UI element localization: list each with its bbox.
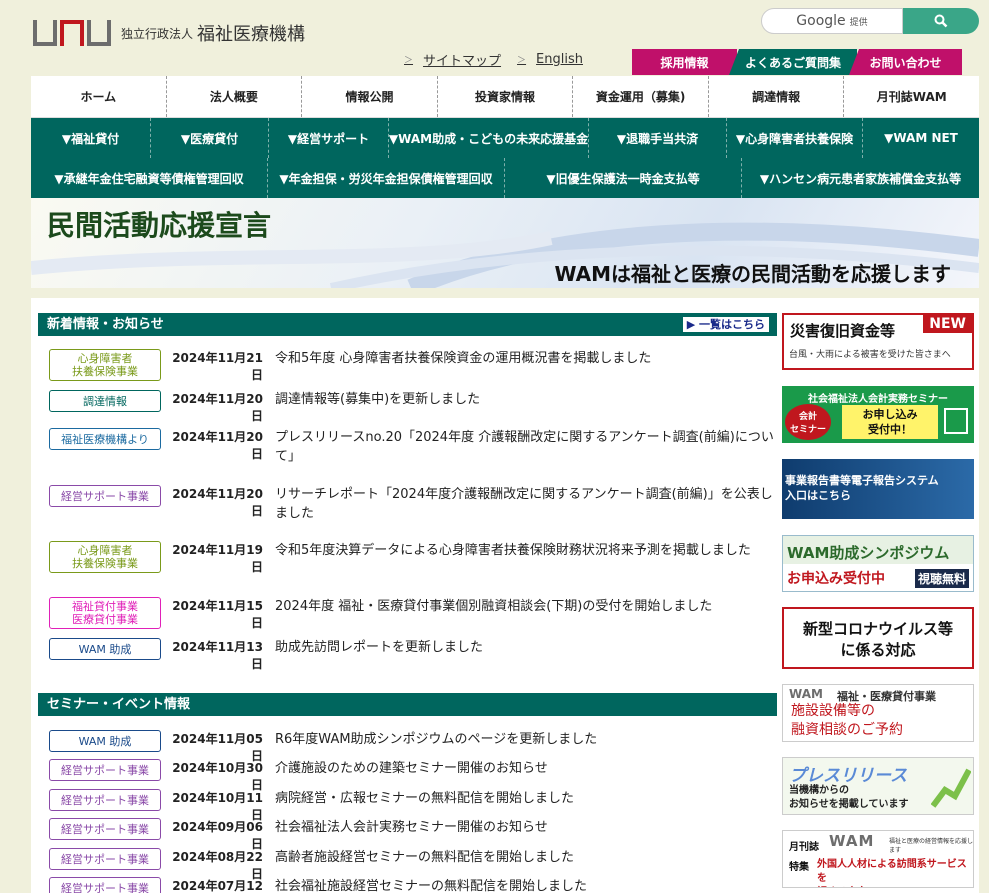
search-icon [934,14,948,28]
list-item[interactable]: 心身障害者 扶養保険事業 2024年11月19日 令和5年度決算データによる心身障害… [49,541,779,575]
press-release-banner[interactable]: プレスリリース 当機構からの お知らせを掲載しています [782,757,974,815]
list-item[interactable]: 福祉貸付事業 医療貸付事業 2024年11月15日 2024年度 福祉・医療貸付事業… [49,597,779,631]
global-nav-item-1[interactable]: 法人概要 [167,76,303,117]
sub-nav-item-6[interactable]: ▼WAM NET [863,118,979,158]
item-title[interactable]: 助成先訪問レポートを更新しました [275,638,779,672]
loan-consultation-banner[interactable]: WAM 福祉・医療貸付事業 施設設備等の 融資相談のご予約 [782,684,974,742]
symposium-banner[interactable]: WAM助成シンポジウム お申込み受付中 視聴無料 [782,535,974,592]
category-badge: 経営サポート事業 [49,848,161,870]
global-nav-item-3[interactable]: 投資家情報 [438,76,574,117]
category-badge: 調達情報 [49,390,161,412]
item-title[interactable]: 令和5年度決算データによる心身障害者扶養保険財務状況将来予測を掲載しました [275,541,779,575]
sub-nav-item-4[interactable]: ▼退職手当共済 [589,118,727,158]
item-date: 2024年07月12日 [172,879,263,893]
sub-nav-item-1[interactable]: ▼医療貸付 [151,118,269,158]
category-badge: WAM 助成 [49,638,161,660]
item-title[interactable]: リサーチレポート「2024年度介護報酬改定に関するアンケート調査(前編)」を公表… [275,485,779,523]
utility-links: ＞サイトマップ ＞ English [404,50,583,69]
list-item[interactable]: 福祉医療機構より 2024年11月20日 プレスリリースno.20「2024年度 介… [49,428,779,466]
wam-logo-icon [33,20,111,46]
item-title[interactable]: 2024年度 福祉・医療貸付事業個別融資相談会(下期)の受付を開始しました [275,597,779,631]
item-date: 2024年11月20日 [172,392,263,423]
new-badge: NEW [923,315,972,333]
global-nav-item-0[interactable]: ホーム [31,76,167,117]
sub-nav2-item-1[interactable]: ▼年金担保・労災年金担保債権管理回収 [268,158,505,198]
org-name: 福祉医療機構 [197,24,306,45]
item-date: 2024年11月13日 [172,640,263,671]
category-badge: 経営サポート事業 [49,877,161,893]
list-item[interactable]: 経営サポート事業 2024年11月20日 リサーチレポート「2024年度介護報酬改定… [49,485,779,523]
item-title[interactable]: 介護施設のための建築セミナー開催のお知らせ [275,759,779,793]
category-badge: 福祉医療機構より [49,428,161,450]
item-date: 2024年09月06日 [172,820,263,851]
magazine-banner[interactable]: 月刊誌 WAM 福祉と医療の経営情報を応援します 特集 外国人人材による訪問系サ… [782,830,974,888]
accounting-seminar-banner[interactable]: 社会福祉法人会計実務セミナー 会計 セミナー お申し込み 受付中！ [782,386,974,443]
header-tab-2[interactable]: お問い合わせ [849,49,962,75]
hero-banner: 民間活動応援宣言 WAMは福祉と医療の民間活動を応援します [31,198,979,288]
item-date: 2024年11月20日 [172,487,263,518]
item-date: 2024年11月15日 [172,599,263,630]
item-date: 2024年11月19日 [172,543,263,574]
corona-banner[interactable]: 新型コロナウイルス等 に係る対応 [782,607,974,669]
category-badge: 経営サポート事業 [49,485,161,507]
news-more-link[interactable]: ▶ 一覧はこちら [682,317,769,332]
list-item[interactable]: 経営サポート事業 2024年10月30日 介護施設のための建築セミナー開催のお知らせ [49,759,779,793]
site-logo[interactable]: 独立行政法人 福祉医療機構 [33,20,305,46]
global-nav-item-5[interactable]: 調達情報 [709,76,845,117]
sub-nav2-item-3[interactable]: ▼ハンセン病元患者家族補償金支払等 [742,158,979,198]
sub-nav-item-2[interactable]: ▼経営サポート [269,118,389,158]
sub-nav2-item-0[interactable]: ▼承継年金住宅融資等債権管理回収 [31,158,268,198]
category-badge: 経営サポート事業 [49,759,161,781]
search-button[interactable] [903,8,979,34]
header-tab-0[interactable]: 採用情報 [632,49,737,75]
list-item[interactable]: 心身障害者 扶養保険事業 2024年11月21日 令和5年度 心身障害者扶養保険資金… [49,349,779,383]
category-badge: 福祉貸付事業 医療貸付事業 [49,597,161,629]
wam-logo: WAM [789,687,823,701]
category-badge: 経営サポート事業 [49,789,161,811]
item-title[interactable]: 調達情報等(募集中)を更新しました [275,390,779,424]
sub-nav-2: ▼承継年金住宅融資等債権管理回収 ▼年金担保・労災年金担保債権管理回収 ▼旧優生保護… [31,158,979,198]
sub-nav-1: ▼福祉貸付 ▼医療貸付 ▼経営サポート ▼WAM助成・こどもの未来応援基金 ▼退職手当共… [31,118,979,158]
global-nav-item-4[interactable]: 資金運用（募集) [573,76,709,117]
item-date: 2024年11月21日 [172,351,263,382]
sub-nav-item-5[interactable]: ▼心身障害者扶養保険 [727,118,863,158]
global-nav-item-6[interactable]: 月刊誌WAM [844,76,979,117]
magazine-wam-logo: WAM [829,832,875,850]
category-badge: WAM 助成 [49,730,161,752]
org-prefix: 独立行政法人 [121,26,194,41]
item-date: 2024年10月30日 [172,761,263,792]
item-date: 2024年11月20日 [172,430,263,461]
item-title[interactable]: 令和5年度 心身障害者扶養保険資金の運用概況書を掲載しました [275,349,779,383]
item-title[interactable]: 社会福祉施設経営セミナーの無料配信を開始しました [275,877,779,893]
header-tabs: 採用情報 よくあるご質問集 お問い合わせ [632,49,962,75]
chart-arrow-icon [931,768,971,808]
item-title[interactable]: 社会福祉法人会計実務セミナー開催のお知らせ [275,818,779,852]
category-badge: 心身障害者 扶養保険事業 [49,349,161,381]
item-title[interactable]: プレスリリースno.20「2024年度 介護報酬改定に関するアンケート調査(前編… [275,428,779,466]
whiteboard-icon [944,408,968,434]
sitemap-link[interactable]: ＞サイトマップ [404,50,501,69]
search-input[interactable]: Google 提供 [761,8,903,34]
global-nav-item-2[interactable]: 情報公開 [302,76,438,117]
search-form: Google 提供 [761,8,979,34]
list-item[interactable]: 調達情報 2024年11月20日 調達情報等(募集中)を更新しました [49,390,779,424]
electronic-report-banner[interactable]: 事業報告書等電子報告システム 入口はこちら [782,459,974,519]
disaster-banner[interactable]: 災害復旧資金等 NEW 台風・大雨による被害を受けた皆さまへ [782,313,974,370]
seminar-heading: セミナー・イベント情報 [38,693,777,716]
list-item[interactable]: WAM 助成 2024年11月13日 助成先訪問レポートを更新しました [49,638,779,672]
sub-nav2-item-2[interactable]: ▼旧優生保護法一時金支払等 [505,158,742,198]
header-tab-1[interactable]: よくあるご質問集 [729,49,857,75]
global-nav: ホーム 法人概要 情報公開 投資家情報 資金運用（募集) 調達情報 月刊誌WAM [31,76,979,118]
sub-nav-item-3[interactable]: ▼WAM助成・こどもの未来応援基金 [389,118,589,158]
news-heading: 新着情報・お知らせ ▶ 一覧はこちら [38,313,777,336]
category-badge: 心身障害者 扶養保険事業 [49,541,161,573]
category-badge: 経営サポート事業 [49,818,161,840]
list-item[interactable]: 経営サポート事業 2024年09月06日 社会福祉法人会計実務セミナー開催のお知らせ [49,818,779,852]
english-link[interactable]: ＞ English [517,50,583,69]
list-item[interactable]: 経営サポート事業 2024年07月12日社会福祉施設経営セミナーの無料配信を開始し… [49,877,779,893]
hero-subtitle: WAMは福祉と医療の民間活動を応援します [554,262,951,286]
sub-nav-item-0[interactable]: ▼福祉貸付 [31,118,151,158]
hero-title: 民間活動応援宣言 [47,209,272,242]
